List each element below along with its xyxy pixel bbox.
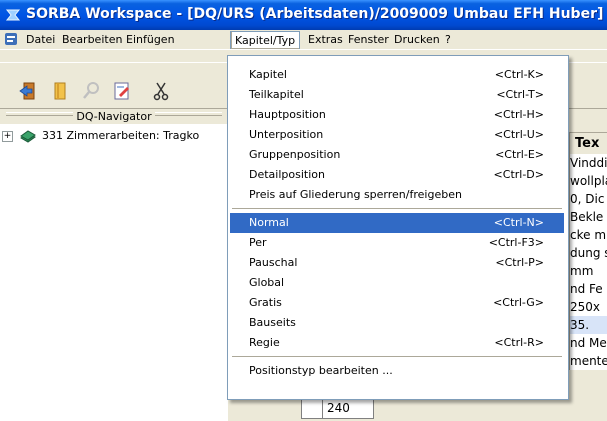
menu-item-shortcut: <Ctrl-F3> [488, 236, 544, 249]
menu-item-shortcut: <Ctrl-K> [494, 68, 544, 81]
tree-item-331[interactable]: + 331 Zimmerarbeiten: Tragko [2, 128, 199, 144]
grid-row-handle[interactable] [301, 398, 323, 419]
menu-item-hauptposition[interactable]: Hauptposition <Ctrl-H> [230, 105, 564, 125]
text-line[interactable]: Bekle [569, 208, 607, 226]
menu-item-label: Kapitel [249, 68, 287, 81]
navigator-title: DQ-Navigator [73, 110, 155, 123]
title-bar: SORBA Workspace - [DQ/URS (Arbeitsdaten)… [0, 0, 607, 30]
window-title: SORBA Workspace - [DQ/URS (Arbeitsdaten)… [26, 6, 604, 22]
menu-item-detailposition[interactable]: Detailposition <Ctrl-D> [230, 165, 564, 185]
menu-item-shortcut: <Ctrl-P> [495, 256, 544, 269]
menu-item-label: Hauptposition [249, 108, 326, 121]
menu-item-normal[interactable]: Normal <Ctrl-N> [230, 213, 564, 233]
menu-item-shortcut: <Ctrl-U> [493, 128, 544, 141]
menu-item-label: Global [249, 276, 285, 289]
menu-einfuegen[interactable]: Einfügen [122, 32, 179, 47]
menu-item-label: Regie [249, 336, 280, 349]
row-number-cell[interactable]: 240 [322, 398, 374, 419]
menu-help[interactable]: ? [441, 32, 455, 47]
menu-item-label: Bauseits [249, 316, 296, 329]
menu-separator [232, 356, 562, 357]
text-line[interactable]: 0, Dic [569, 190, 607, 208]
expand-icon[interactable]: + [2, 130, 13, 142]
text-column-header[interactable]: Tex [569, 132, 607, 156]
search-icon[interactable] [80, 80, 102, 102]
menu-fenster[interactable]: Fenster [344, 32, 393, 47]
menu-item-shortcut: <Ctrl-N> [493, 216, 544, 229]
app-icon [5, 9, 21, 21]
menu-extras[interactable]: Extras [304, 32, 347, 47]
menu-item-label: Pauschal [249, 256, 298, 269]
text-line[interactable]: nd Me [569, 334, 607, 352]
menu-item-label: Preis auf Gliederung sperren/freigeben [249, 188, 462, 201]
text-line[interactable]: mm [569, 262, 607, 280]
book-stack-icon [19, 129, 36, 143]
menu-item-shortcut: <Ctrl-R> [494, 336, 544, 349]
navigator-panel [0, 109, 229, 421]
tree-item-label: 331 Zimmerarbeiten: Tragko [42, 129, 200, 142]
menu-item-preis-auf-gliederung-sperren-freigeben[interactable]: Preis auf Gliederung sperren/freigeben [230, 185, 564, 205]
book-icon[interactable] [49, 80, 71, 102]
navigator-header: DQ-Navigator [0, 109, 228, 124]
text-line[interactable]: nd Fe [569, 280, 607, 298]
menu-item-label: Gruppenposition [249, 148, 341, 161]
menu-item-label: Normal [249, 216, 289, 229]
menu-datei[interactable]: Datei [22, 32, 59, 47]
menu-item-gratis[interactable]: Gratis <Ctrl-G> [230, 293, 564, 313]
menu-item-gruppenposition[interactable]: Gruppenposition <Ctrl-E> [230, 145, 564, 165]
menu-item-shortcut: <Ctrl-D> [493, 168, 544, 181]
kapitel-typ-dropdown-menu: Kapitel <Ctrl-K> Teilkapitel <Ctrl-T> Hauptp… [227, 55, 569, 400]
menu-item-label: Per [249, 236, 267, 249]
menu-item-shortcut: <Ctrl-H> [493, 108, 544, 121]
menu-item-label: Teilkapitel [249, 88, 304, 101]
menu-item-regie[interactable]: Regie <Ctrl-R> [230, 333, 564, 353]
menu-item-label: Gratis [249, 296, 282, 309]
menu-item-shortcut: <Ctrl-G> [493, 296, 544, 309]
menu-item-kapitel[interactable]: Kapitel <Ctrl-K> [230, 65, 564, 85]
menu-separator [232, 208, 562, 209]
text-line[interactable]: cke m [569, 226, 607, 244]
text-line[interactable]: 250x [569, 298, 607, 316]
text-line[interactable]: 35. [569, 316, 607, 334]
menu-item-label: Positionstyp bearbeiten ... [249, 364, 393, 377]
menu-item-label: Unterposition [249, 128, 324, 141]
menu-item-label: Detailposition [249, 168, 325, 181]
menu-item-shortcut: <Ctrl-T> [496, 88, 544, 101]
text-line[interactable]: Vinddi [569, 154, 607, 172]
menu-item-shortcut: <Ctrl-E> [495, 148, 544, 161]
menu-item-global[interactable]: Global [230, 273, 564, 293]
cut-icon[interactable] [150, 80, 172, 102]
menu-item-unterposition[interactable]: Unterposition <Ctrl-U> [230, 125, 564, 145]
text-line[interactable]: mente [569, 352, 607, 370]
menu-item-pauschal[interactable]: Pauschal <Ctrl-P> [230, 253, 564, 273]
text-line[interactable]: dung s [569, 244, 607, 262]
menu-item-teilkapitel[interactable]: Teilkapitel <Ctrl-T> [230, 85, 564, 105]
menu-bearbeiten[interactable]: Bearbeiten [58, 32, 126, 47]
edit-icon[interactable] [111, 80, 133, 102]
menu-bar: Datei Bearbeiten Einfügen Kapitel/Typ Ex… [0, 30, 607, 50]
document-system-icon[interactable] [4, 32, 18, 46]
exit-icon[interactable] [18, 80, 40, 102]
menu-item-positionstyp-bearbeiten[interactable]: Positionstyp bearbeiten ... [230, 361, 564, 381]
menu-item-per[interactable]: Per <Ctrl-F3> [230, 233, 564, 253]
menu-item-bauseits[interactable]: Bauseits [230, 313, 564, 333]
menu-kapitel-typ[interactable]: Kapitel/Typ [230, 31, 301, 49]
menu-drucken[interactable]: Drucken [390, 32, 444, 47]
text-line[interactable]: wollpla [569, 172, 607, 190]
